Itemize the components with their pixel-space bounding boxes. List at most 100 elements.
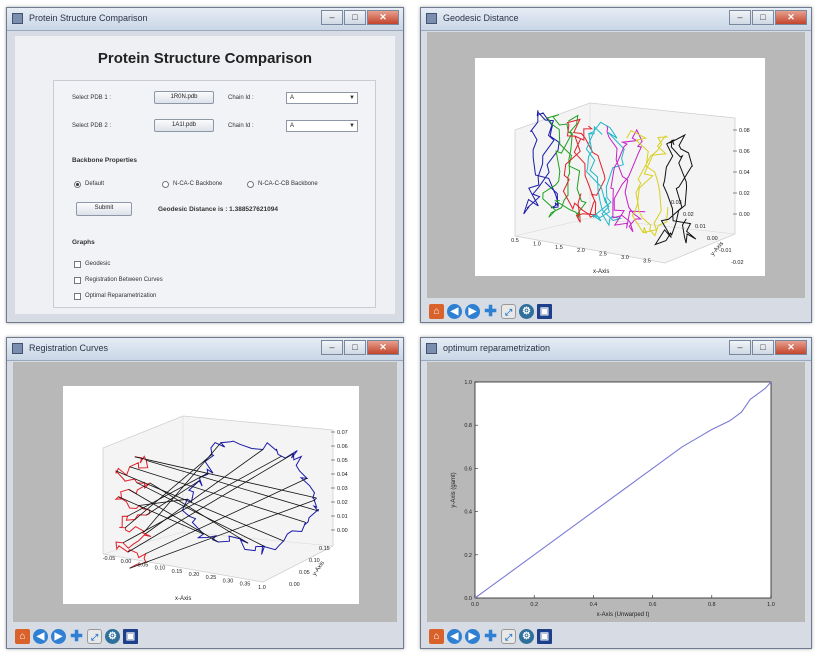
maximize-button[interactable]: □: [344, 10, 366, 25]
y-tick-label: 0.01: [695, 224, 706, 230]
x-tick-label: 0.20: [189, 572, 200, 578]
save-icon[interactable]: ▣: [123, 628, 138, 644]
minimize-button[interactable]: –: [321, 10, 343, 25]
zoom-icon[interactable]: ⤢: [87, 628, 102, 644]
close-button[interactable]: ✕: [775, 340, 807, 355]
radio-n-ca-c-cb[interactable]: [247, 181, 254, 188]
select-pdb1-button[interactable]: 1R0N.pdb: [154, 91, 214, 104]
title-bar[interactable]: optimum reparametrization – □ ✕: [421, 338, 811, 361]
x-tick-label: 0.00: [121, 559, 132, 565]
z-tick-label: 0.00: [739, 212, 750, 218]
maximize-button[interactable]: □: [752, 10, 774, 25]
save-icon[interactable]: ▣: [537, 303, 552, 319]
title-bar[interactable]: Protein Structure Comparison – □ ✕: [7, 8, 403, 31]
x-tick-label: 0.30: [223, 578, 234, 584]
back-arrow-icon[interactable]: ◀: [33, 628, 48, 644]
figure: -0.05 0.00 0.05 0.10 0.15 0.20 0.25 0.30 0.35 1.0…: [63, 386, 359, 604]
checkbox-geodesic-label: Geodesic: [85, 261, 111, 267]
pan-icon[interactable]: ✚: [483, 304, 498, 319]
select-pdb1-label: Select PDB 1 :: [72, 95, 112, 101]
x-tick-label: 0.35: [240, 582, 251, 588]
pan-icon[interactable]: ✚: [69, 629, 84, 644]
z-tick-label: 0.04: [739, 170, 750, 176]
z-tick-label: 0.00: [337, 528, 348, 534]
maximize-button[interactable]: □: [344, 340, 366, 355]
x-tick-label: 0.8: [708, 602, 716, 608]
reparam-window: optimum reparametrization – □ ✕ 0.0 0.2 0.…: [420, 337, 812, 649]
chain-id1-value: A: [290, 95, 295, 101]
checkbox-registration-label: Registration Between Curves: [85, 277, 163, 283]
save-icon[interactable]: ▣: [537, 628, 552, 644]
z-tick-label: 0.02: [739, 191, 750, 197]
select-pdb2-button[interactable]: 1A1I.pdb: [154, 119, 214, 132]
x-tick-label: 1.0: [767, 602, 775, 608]
y-tick-label: 0.00: [707, 236, 718, 242]
forward-arrow-icon[interactable]: ▶: [465, 303, 480, 319]
app-icon: [426, 13, 437, 24]
chain-id2-select[interactable]: A ▼: [286, 120, 358, 132]
radio-n-ca-c-label: N-CA-C Backbone: [173, 181, 223, 187]
forward-arrow-icon[interactable]: ▶: [465, 628, 480, 644]
chain-id1-select[interactable]: A ▼: [286, 92, 358, 104]
configure-subplots-icon[interactable]: ⚙: [519, 628, 534, 644]
y-tick-label: 0.2: [464, 553, 472, 559]
select-pdb2-label: Select PDB 2 :: [72, 123, 112, 129]
home-icon[interactable]: ⌂: [429, 628, 444, 644]
x-tick-label: 1.0: [258, 585, 266, 591]
minimize-button[interactable]: –: [321, 340, 343, 355]
y-tick-label: 0.00: [289, 582, 300, 588]
x-axis-label: x-Axis (Unwarped t): [597, 612, 650, 618]
z-tick-label: 0.04: [337, 472, 348, 478]
y-tick-label: 0.6: [464, 466, 472, 472]
radio-default[interactable]: [74, 181, 81, 188]
checkbox-optimal[interactable]: [74, 293, 81, 300]
app-icon: [426, 343, 437, 354]
minimize-button[interactable]: –: [729, 340, 751, 355]
x-tick-label: 0.2: [530, 602, 538, 608]
zoom-icon[interactable]: ⤢: [501, 303, 516, 319]
app-icon: [12, 343, 23, 354]
back-arrow-icon[interactable]: ◀: [447, 303, 462, 319]
y-tick-label: 0.4: [464, 510, 472, 516]
title-bar[interactable]: Registration Curves – □ ✕: [7, 338, 403, 361]
maximize-button[interactable]: □: [752, 340, 774, 355]
x-tick-label: 3.0: [621, 255, 629, 261]
title-bar[interactable]: Geodesic Distance – □ ✕: [421, 8, 811, 31]
z-tick-label: 0.02: [337, 500, 348, 506]
chevron-down-icon: ▼: [349, 95, 355, 101]
forward-arrow-icon[interactable]: ▶: [51, 628, 66, 644]
configure-subplots-icon[interactable]: ⚙: [519, 303, 534, 319]
close-button[interactable]: ✕: [775, 10, 807, 25]
z-tick-label: 0.05: [337, 458, 348, 464]
y-axis-label: y-Axis (gamt): [451, 472, 457, 507]
plot-canvas[interactable]: 0.0 0.2 0.4 0.6 0.8 1.0 0.0 0.2 0.4 0.6 0.8 1.0 x-A…: [427, 362, 805, 622]
plot-canvas[interactable]: -0.05 0.00 0.05 0.10 0.15 0.20 0.25 0.30 0.35 1.0…: [13, 362, 397, 622]
registration-window: Registration Curves – □ ✕ -0.05 0.00 0.05 0…: [6, 337, 404, 649]
home-icon[interactable]: ⌂: [429, 303, 444, 319]
options-group: Select PDB 1 : 1R0N.pdb Chain Id : A ▼ Se…: [53, 80, 376, 308]
x-tick-label: 1.5: [555, 245, 563, 251]
y-tick-label: 1.0: [464, 380, 472, 386]
home-icon[interactable]: ⌂: [15, 628, 30, 644]
zoom-icon[interactable]: ⤢: [501, 628, 516, 644]
close-button[interactable]: ✕: [367, 340, 399, 355]
result-text: Geodesic Distance is : 1.388527621094: [158, 206, 278, 213]
minimize-button[interactable]: –: [729, 10, 751, 25]
plot-canvas[interactable]: 0.5 1.0 1.5 2.0 2.5 3.0 3.5 -0.02 -0.01 0.00 0.01…: [427, 32, 805, 298]
back-arrow-icon[interactable]: ◀: [447, 628, 462, 644]
pan-icon[interactable]: ✚: [483, 629, 498, 644]
chain-id2-value: A: [290, 123, 295, 129]
z-tick-label: 0.08: [739, 128, 750, 134]
close-button[interactable]: ✕: [367, 10, 399, 25]
checkbox-registration[interactable]: [74, 277, 81, 284]
y-tick-label: 0.8: [464, 423, 472, 429]
figure: 0.0 0.2 0.4 0.6 0.8 1.0 0.0 0.2 0.4 0.6 0.8 1.0 x-A…: [427, 362, 805, 622]
x-tick-label: 0.25: [206, 575, 217, 581]
geodesic-3d-plot: 0.51.01.52.02.53.03.5 -0.02-0.010.000.01…: [511, 102, 750, 275]
x-tick-label: 2.0: [577, 248, 585, 254]
submit-button[interactable]: Submit: [76, 202, 132, 216]
configure-subplots-icon[interactable]: ⚙: [105, 628, 120, 644]
radio-n-ca-c[interactable]: [162, 181, 169, 188]
checkbox-geodesic[interactable]: [74, 261, 81, 268]
window-title: Registration Curves: [29, 343, 109, 353]
